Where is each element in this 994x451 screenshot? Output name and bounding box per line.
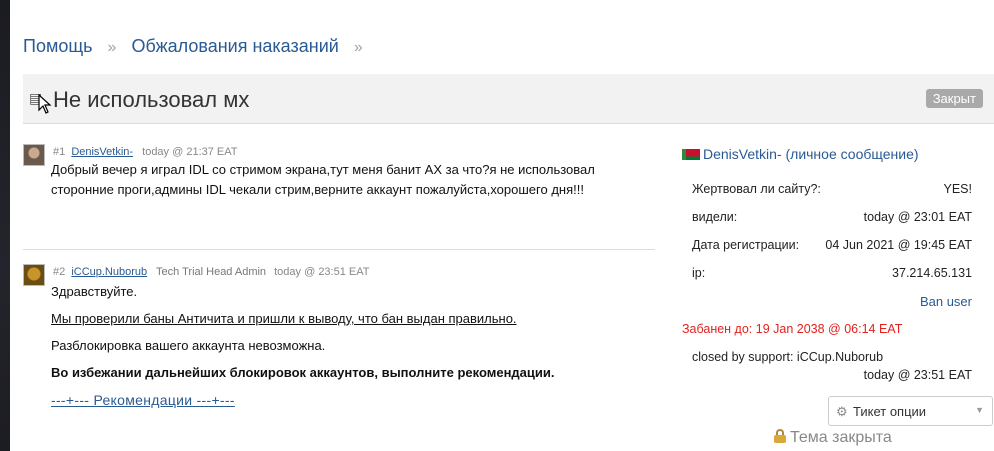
closed-time: today @ 23:51 EAT <box>863 368 972 382</box>
post: #2 iCCup.Nuborub Tech Trial Head Admin t… <box>23 264 655 444</box>
info-label: ip: <box>692 266 706 280</box>
post-paragraph: Разблокировка вашего аккаунта невозможна… <box>51 338 326 353</box>
post-author[interactable]: DenisVetkin- <box>71 146 133 158</box>
private-message-link[interactable]: (личное сообщение) <box>785 146 918 162</box>
post-meta: #1 DenisVetkin- today @ 21:37 EAT <box>53 146 238 158</box>
breadcrumb: Помощь » Обжалования наказаний » <box>23 36 373 57</box>
info-label: Жертвовал ли сайту?: <box>692 182 821 196</box>
mouse-cursor-icon <box>38 94 52 114</box>
ticket-options-label: Тикет опции <box>853 404 927 419</box>
ticket-options-select[interactable]: ⚙ Тикет опции ▼ <box>828 396 993 426</box>
post-author[interactable]: iCCup.Nuborub <box>71 266 147 278</box>
post-time: today @ 23:51 EAT <box>274 266 370 278</box>
breadcrumb-help[interactable]: Помощь <box>23 36 93 56</box>
topic-locked: Тема закрыта <box>773 429 892 447</box>
ban-user-link[interactable]: Ban user <box>920 294 972 309</box>
post: #1 DenisVetkin- today @ 21:37 EAT Добрый… <box>23 144 655 250</box>
breadcrumb-separator: » <box>353 39 363 56</box>
gear-icon: ⚙ <box>836 404 848 419</box>
post-meta: #2 iCCup.Nuborub Tech Trial Head Admin t… <box>53 266 369 278</box>
info-value: YES! <box>943 182 973 196</box>
info-value: 37.214.65.131 <box>892 266 972 280</box>
flag-icon <box>682 149 700 160</box>
info-label: видели: <box>692 210 738 224</box>
post-paragraph: Мы проверили баны Античита и пришли к вы… <box>51 311 517 326</box>
info-label: Дата регистрации: <box>692 238 800 252</box>
user-line: DenisVetkin- (личное сообщение) <box>682 146 919 162</box>
info-row-registered: Дата регистрации: 04 Jun 2021 @ 19:45 EA… <box>692 238 972 252</box>
user-info-panel: DenisVetkin- (личное сообщение) Жертвова… <box>682 144 993 447</box>
post-body: Добрый вечер я играл IDL со стримом экра… <box>51 162 595 197</box>
closed-by: closed by support: iCCup.Nuborub <box>692 350 884 364</box>
post-time: today @ 21:37 EAT <box>142 146 238 158</box>
topic-locked-label: Тема закрыта <box>790 429 892 446</box>
main-content: Помощь » Обжалования наказаний » ▤ Не ис… <box>10 0 994 451</box>
post-number[interactable]: #1 <box>53 146 65 158</box>
avatar[interactable] <box>23 264 45 286</box>
breadcrumb-separator: » <box>107 39 117 56</box>
info-row-ip: ip: 37.214.65.131 <box>692 266 972 280</box>
info-row-last-seen: видели: today @ 23:01 EAT <box>692 210 972 224</box>
post-paragraph: Во избежании дальнейших блокировок аккау… <box>51 365 555 380</box>
info-value: today @ 23:01 EAT <box>863 210 972 224</box>
breadcrumb-appeals[interactable]: Обжалования наказаний <box>131 36 338 56</box>
avatar[interactable] <box>23 144 45 166</box>
chevron-down-icon: ▼ <box>975 405 984 415</box>
left-background-strip <box>0 0 10 451</box>
post-paragraph: Здравствуйте. <box>51 284 138 299</box>
sidebar-username[interactable]: DenisVetkin- <box>703 146 782 162</box>
topic-header: ▤ Не использовал мх Закрыт <box>23 74 994 124</box>
post-number[interactable]: #2 <box>53 266 65 278</box>
status-badge: Закрыт <box>925 89 983 108</box>
info-row-donated: Жертвовал ли сайту?: YES! <box>692 182 972 196</box>
post-author-role: Tech Trial Head Admin <box>156 266 267 278</box>
banned-until: Забанен до: 19 Jan 2038 @ 06:14 EAT <box>682 322 903 336</box>
lock-icon <box>773 429 787 443</box>
info-value: 04 Jun 2021 @ 19:45 EAT <box>825 238 972 252</box>
recommendations-spoiler[interactable]: ---+--- Рекомендации ---+--- <box>51 392 235 408</box>
page-title: Не использовал мх <box>53 87 250 112</box>
